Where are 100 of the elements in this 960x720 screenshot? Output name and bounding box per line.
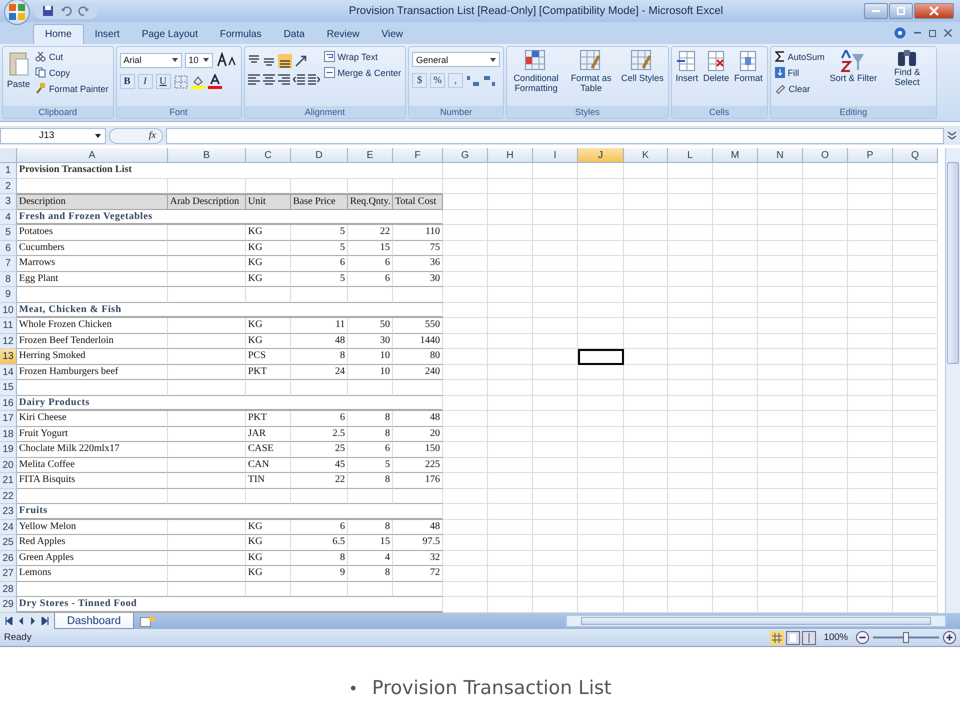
empty-cell[interactable] <box>668 426 713 442</box>
empty-cell[interactable] <box>758 364 803 380</box>
empty-cell[interactable] <box>848 535 893 550</box>
empty-cell[interactable] <box>168 287 246 302</box>
empty-cell[interactable] <box>443 426 488 442</box>
empty-cell[interactable] <box>803 272 848 287</box>
empty-cell[interactable] <box>488 256 533 272</box>
empty-cell[interactable] <box>848 396 893 411</box>
empty-cell[interactable] <box>443 396 488 411</box>
empty-cell[interactable] <box>578 380 624 396</box>
autosum-button[interactable]: AutoSum <box>774 49 826 64</box>
empty-cell[interactable] <box>578 396 624 411</box>
style-button[interactable]: Conditional Formatting <box>510 49 562 94</box>
office-button[interactable] <box>4 0 30 25</box>
empty-cell[interactable] <box>578 302 624 318</box>
empty-cell[interactable] <box>168 380 246 396</box>
empty-cell[interactable] <box>578 426 624 442</box>
empty-cell[interactable] <box>488 163 533 178</box>
empty-cell[interactable] <box>488 535 533 550</box>
column-header[interactable]: O <box>803 148 848 163</box>
empty-cell[interactable] <box>848 272 893 287</box>
row-header[interactable]: 4 <box>0 210 17 225</box>
number-format-field[interactable]: General <box>412 52 500 67</box>
empty-cell[interactable] <box>488 334 533 349</box>
column-header[interactable]: F <box>393 148 443 163</box>
empty-cell[interactable] <box>803 520 848 535</box>
empty-cell[interactable] <box>624 194 668 210</box>
empty-cell[interactable] <box>168 520 246 535</box>
empty-cell[interactable] <box>758 240 803 256</box>
empty-cell[interactable] <box>758 550 803 566</box>
row-header[interactable]: 25 <box>0 535 17 550</box>
empty-cell[interactable] <box>803 396 848 411</box>
empty-cell[interactable] <box>758 380 803 396</box>
column-header[interactable]: E <box>348 148 393 163</box>
empty-cell[interactable] <box>713 349 758 364</box>
empty-cell[interactable] <box>758 302 803 318</box>
empty-cell[interactable] <box>668 396 713 411</box>
empty-cell[interactable] <box>488 411 533 426</box>
row-header[interactable]: 12 <box>0 334 17 349</box>
empty-cell[interactable] <box>488 550 533 566</box>
column-header[interactable]: P <box>848 148 893 163</box>
font-size-field[interactable]: 10 <box>184 52 213 68</box>
empty-cell[interactable] <box>168 442 246 458</box>
empty-cell[interactable] <box>168 272 246 287</box>
row-header[interactable]: 21 <box>0 473 17 488</box>
empty-cell[interactable] <box>758 426 803 442</box>
empty-cell[interactable] <box>578 535 624 550</box>
empty-cell[interactable] <box>624 225 668 240</box>
empty-cell[interactable] <box>246 488 291 504</box>
empty-cell[interactable] <box>893 550 938 566</box>
empty-cell[interactable] <box>803 302 848 318</box>
cut-button[interactable]: Cut <box>34 49 110 64</box>
empty-cell[interactable] <box>893 458 938 473</box>
empty-cell[interactable] <box>443 349 488 364</box>
empty-cell[interactable] <box>488 504 533 520</box>
empty-cell[interactable] <box>848 442 893 458</box>
empty-cell[interactable] <box>848 163 893 178</box>
empty-cell[interactable] <box>624 473 668 488</box>
empty-cell[interactable] <box>488 194 533 210</box>
empty-cell[interactable] <box>848 411 893 426</box>
column-header[interactable]: Q <box>893 148 938 163</box>
column-header[interactable]: I <box>533 148 578 163</box>
active-cell[interactable] <box>578 349 624 364</box>
empty-cell[interactable] <box>668 194 713 210</box>
empty-cell[interactable] <box>668 504 713 520</box>
insert-function-button[interactable]: fx <box>109 128 163 144</box>
empty-cell[interactable] <box>893 582 938 597</box>
empty-cell[interactable] <box>578 488 624 504</box>
fill-button[interactable]: Fill <box>774 65 826 80</box>
row-header[interactable]: 13 <box>0 349 17 364</box>
zoom-slider-thumb[interactable] <box>903 632 909 643</box>
empty-cell[interactable] <box>168 240 246 256</box>
empty-cell[interactable] <box>443 225 488 240</box>
decrease-indent-icon[interactable] <box>292 74 305 85</box>
empty-cell[interactable] <box>624 318 668 334</box>
empty-cell[interactable] <box>713 411 758 426</box>
bottom-align-icon[interactable] <box>278 54 292 68</box>
comma-button[interactable]: , <box>448 73 464 88</box>
empty-cell[interactable] <box>488 210 533 225</box>
empty-cell[interactable] <box>803 349 848 364</box>
empty-cell[interactable] <box>803 210 848 225</box>
empty-cell[interactable] <box>443 473 488 488</box>
empty-cell[interactable] <box>488 442 533 458</box>
empty-cell[interactable] <box>624 582 668 597</box>
restore-button[interactable] <box>889 3 913 19</box>
horizontal-scrollbar[interactable] <box>566 615 946 627</box>
empty-cell[interactable] <box>803 566 848 582</box>
empty-cell[interactable] <box>758 520 803 535</box>
empty-cell[interactable] <box>668 178 713 194</box>
formula-field[interactable] <box>166 128 944 144</box>
next-sheet-icon[interactable] <box>29 617 37 625</box>
empty-cell[interactable] <box>533 256 578 272</box>
empty-cell[interactable] <box>713 240 758 256</box>
empty-cell[interactable] <box>348 287 393 302</box>
empty-cell[interactable] <box>758 458 803 473</box>
column-header[interactable]: A <box>17 148 168 163</box>
empty-cell[interactable] <box>713 272 758 287</box>
empty-cell[interactable] <box>246 380 291 396</box>
style-button[interactable]: Format as Table <box>565 49 618 94</box>
empty-cell[interactable] <box>443 256 488 272</box>
